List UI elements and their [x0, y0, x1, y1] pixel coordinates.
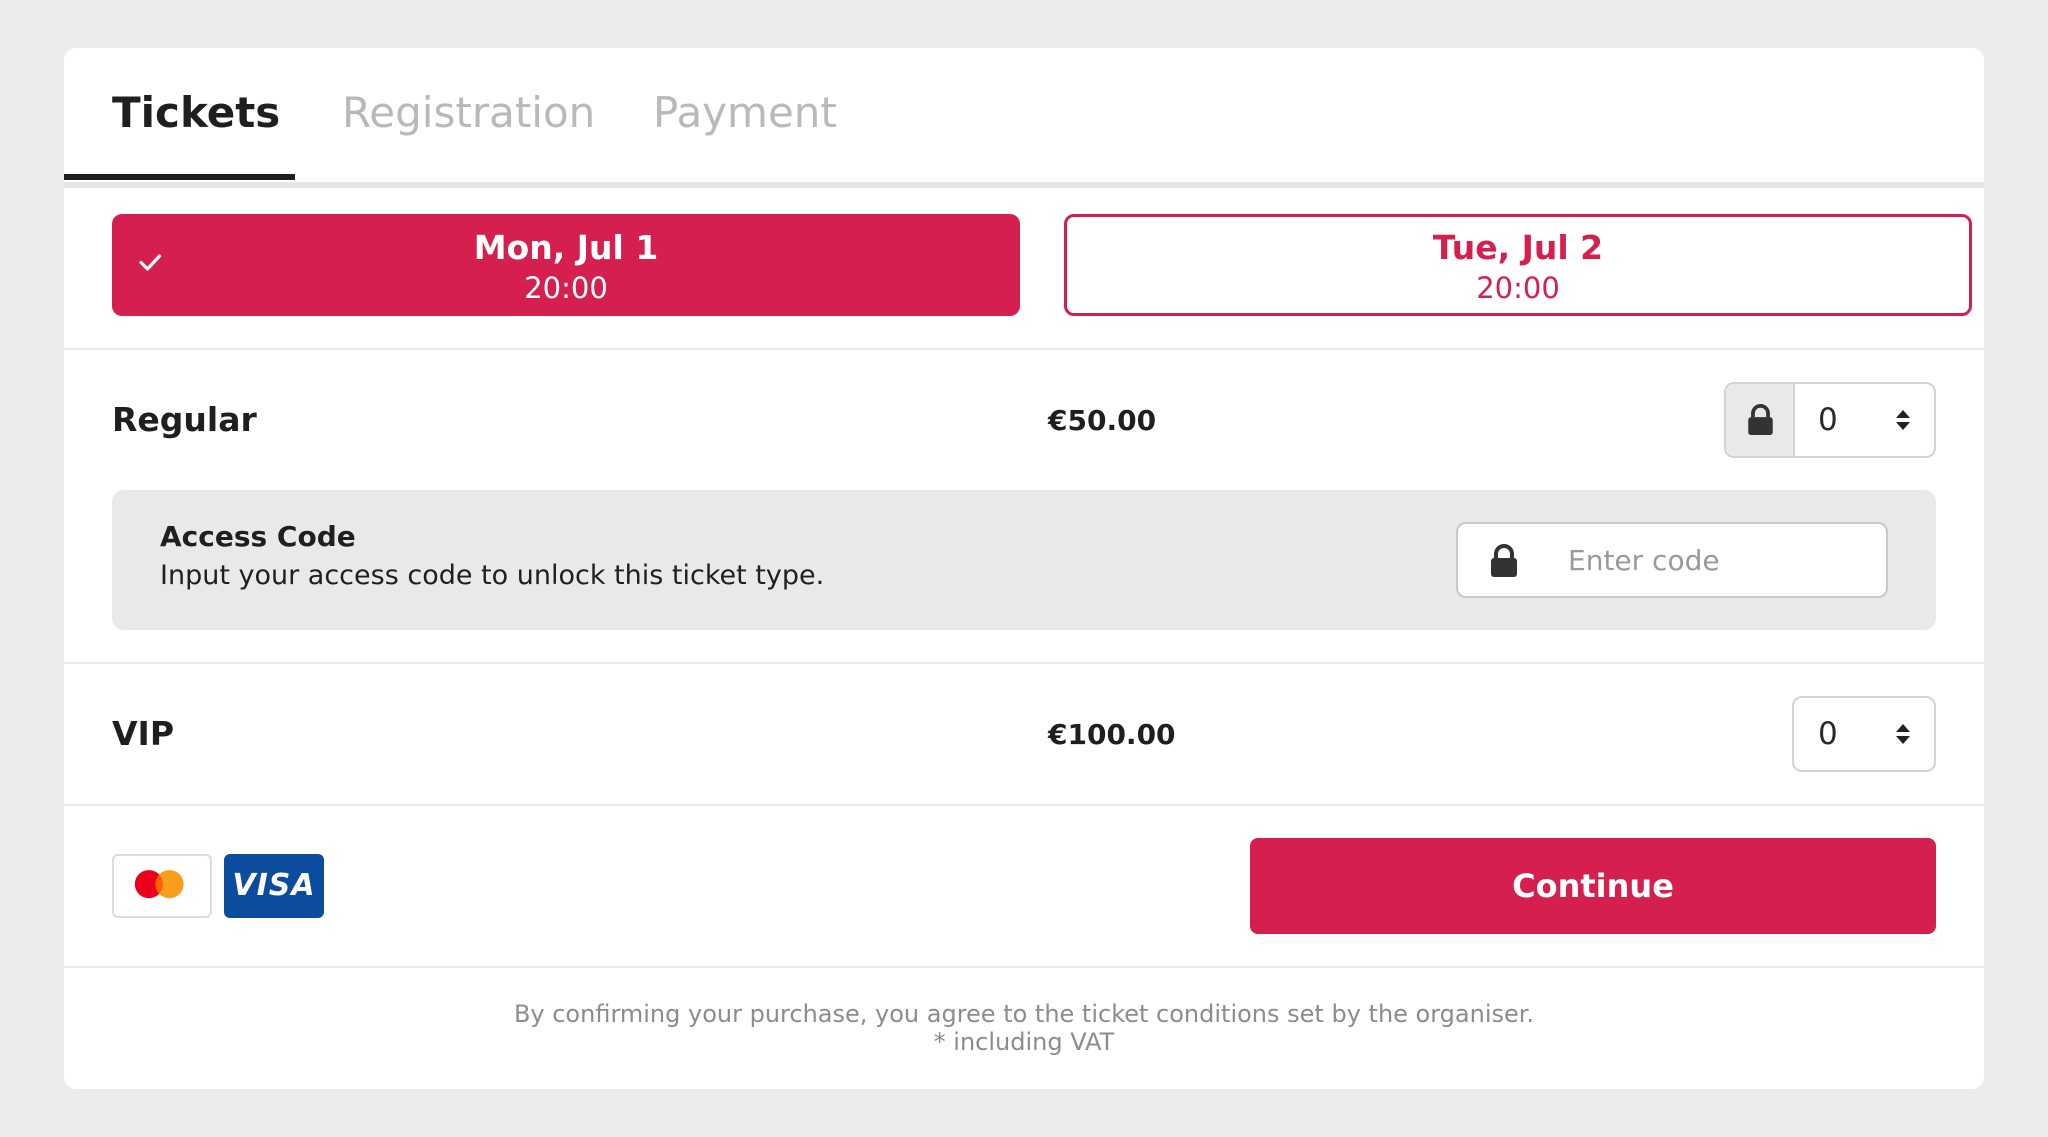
mastercard-circles [134, 870, 184, 899]
ticket-card: Tickets Registration Payment Mon, Jul 1 … [64, 48, 1984, 1089]
continue-button[interactable]: Continue [1250, 838, 1936, 934]
terms-text: By confirming your purchase, you agree t… [513, 1000, 1535, 1028]
tab-tickets[interactable]: Tickets [112, 48, 280, 182]
quantity-select-vip[interactable]: 0 [1792, 696, 1936, 772]
visa-wordmark: VISA [232, 868, 316, 903]
visa-icon: VISA [224, 854, 324, 918]
ticket-name-vip: VIP [112, 714, 175, 753]
active-tab-indicator [64, 174, 295, 180]
mastercard-icon [112, 854, 212, 918]
divider [64, 662, 1984, 664]
tab-payment[interactable]: Payment [653, 48, 837, 182]
access-code-field[interactable] [1456, 522, 1888, 598]
quantity-value: 0 [1818, 402, 1838, 438]
select-arrows-icon [1896, 410, 1910, 430]
ticket-price-regular: €50.00 [1048, 404, 1157, 437]
ticket-price-vip: €100.00 [1048, 718, 1176, 751]
select-arrows-icon [1896, 724, 1910, 744]
lock-icon [1748, 404, 1773, 436]
date-day-label: Tue, Jul 2 [1432, 228, 1604, 267]
vat-note: * including VAT [933, 1028, 1115, 1056]
divider [64, 966, 1984, 968]
access-code-description: Input your access code to unlock this ti… [160, 560, 825, 591]
date-option-mon-jul-1[interactable]: Mon, Jul 1 20:00 [112, 214, 1020, 316]
date-option-tue-jul-2[interactable]: Tue, Jul 2 20:00 [1064, 214, 1972, 316]
divider [64, 804, 1984, 806]
access-code-panel: Access Code Input your access code to un… [112, 490, 1936, 630]
date-time-label: 20:00 [1476, 271, 1560, 305]
quantity-value: 0 [1818, 716, 1838, 752]
date-day-label: Mon, Jul 1 [473, 228, 659, 267]
step-tabs: Tickets Registration Payment [64, 48, 1984, 188]
date-time-label: 20:00 [524, 271, 608, 305]
tab-registration[interactable]: Registration [342, 48, 595, 182]
ticket-name-regular: Regular [112, 400, 257, 439]
lock-icon [1491, 544, 1517, 577]
locked-quantity-indicator [1726, 384, 1795, 456]
check-icon [139, 254, 162, 271]
quantity-select-regular[interactable]: 0 [1724, 382, 1936, 458]
access-code-title: Access Code [160, 520, 356, 553]
access-code-input[interactable] [1568, 524, 1868, 596]
divider [64, 348, 1984, 350]
